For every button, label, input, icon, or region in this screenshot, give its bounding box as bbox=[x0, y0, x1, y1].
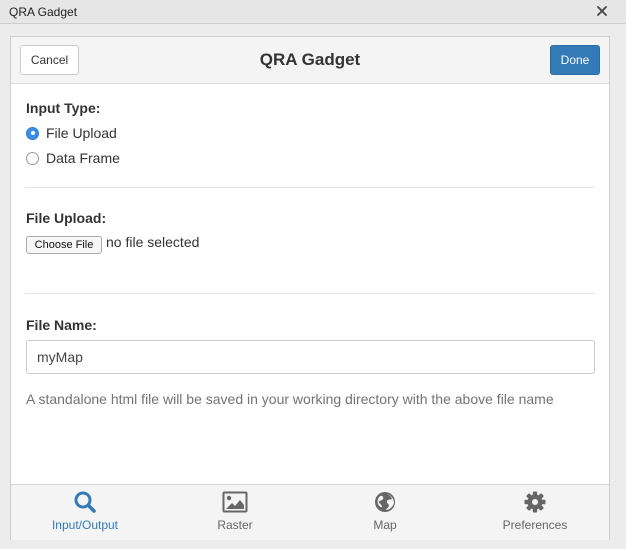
gadget-panel: Cancel QRA Gadget Done Input Type: File … bbox=[10, 36, 610, 540]
page-title: QRA Gadget bbox=[259, 50, 361, 69]
nav-label: Input/Output bbox=[51, 518, 119, 532]
bottom-nav: Input/Output Raster Map Preferences bbox=[11, 484, 609, 540]
window-titlebar: QRA Gadget bbox=[0, 0, 626, 24]
radio-button[interactable] bbox=[26, 151, 39, 165]
window-title: QRA Gadget bbox=[9, 5, 78, 19]
globe-icon bbox=[374, 491, 396, 513]
nav-item-preferences[interactable]: Preferences bbox=[470, 485, 600, 540]
radio-label: Data Frame bbox=[46, 150, 120, 166]
radio-label: File Upload bbox=[46, 125, 117, 141]
nav-item-map[interactable]: Map bbox=[320, 485, 450, 540]
choose-file-button[interactable]: Choose File bbox=[26, 236, 102, 254]
cancel-button[interactable]: Cancel bbox=[20, 45, 79, 75]
gadget-header: Cancel QRA Gadget Done bbox=[11, 37, 609, 84]
nav-label: Preferences bbox=[502, 518, 568, 532]
nav-label: Raster bbox=[217, 518, 253, 532]
nav-label: Map bbox=[373, 518, 397, 532]
done-button[interactable]: Done bbox=[550, 45, 600, 75]
file-status-text: no file selected bbox=[106, 234, 200, 250]
file-name-help-text: A standalone html file will be saved in … bbox=[26, 391, 554, 407]
nav-item-input-output[interactable]: Input/Output bbox=[20, 485, 150, 540]
radio-file-upload[interactable]: File Upload bbox=[26, 123, 117, 143]
nav-item-raster[interactable]: Raster bbox=[170, 485, 300, 540]
file-name-input[interactable] bbox=[26, 340, 595, 374]
search-icon bbox=[73, 491, 97, 513]
radio-button-checked[interactable] bbox=[26, 126, 39, 140]
file-name-label: File Name: bbox=[26, 317, 97, 333]
close-icon[interactable] bbox=[594, 3, 610, 19]
file-upload-label: File Upload: bbox=[26, 210, 107, 226]
gear-icon bbox=[524, 491, 546, 513]
divider bbox=[25, 187, 595, 188]
radio-data-frame[interactable]: Data Frame bbox=[26, 148, 120, 168]
image-icon bbox=[222, 491, 248, 513]
divider bbox=[25, 293, 595, 294]
input-type-label: Input Type: bbox=[26, 100, 101, 116]
